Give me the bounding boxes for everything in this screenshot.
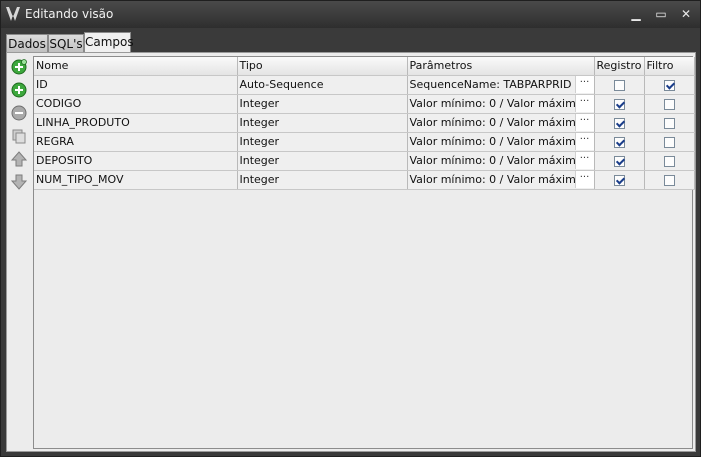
side-toolbar — [7, 55, 33, 445]
fields-grid[interactable]: Nome Tipo Parâmetros Registro Filtro ID A… — [33, 56, 695, 449]
registro-cell — [594, 75, 645, 95]
param-text: Valor mínimo: 0 / Valor máximo: 0 — [409, 172, 594, 186]
add-icon[interactable] — [11, 82, 27, 98]
filtro-cell — [644, 75, 695, 95]
param-wrapper: Valor mínimo: 0 / Valor máximo: 0 ··· — [409, 94, 594, 113]
cell-parametros[interactable]: Valor mínimo: 0 / Valor máximo: 0 ··· — [407, 94, 595, 114]
table-row[interactable]: LINHA_PRODUTO Integer Valor mínimo: 0 / Va… — [34, 113, 695, 133]
window-title: Editando visão — [25, 7, 114, 21]
tab-dados[interactable]: Dados — [6, 34, 48, 54]
ellipsis-button[interactable]: ··· — [574, 75, 593, 93]
table-row[interactable]: ID Auto-Sequence SequenceName: TABPARPRID ·… — [34, 75, 695, 95]
param-text: Valor mínimo: 0 / Valor máximo: 0 — [409, 134, 594, 148]
filtro-cell — [644, 170, 695, 190]
cell-tipo[interactable]: Integer — [237, 132, 408, 152]
param-wrapper: Valor mínimo: 0 / Valor máximo: 0 ··· — [409, 151, 594, 170]
cell-tipo[interactable]: Integer — [237, 170, 408, 190]
editor-window: Editando visão ▁ ▭ ✕ Dados SQL's Campos — [0, 0, 701, 457]
cell-parametros[interactable]: Valor mínimo: 0 / Valor máximo: 0 ··· — [407, 151, 595, 171]
registro-cell — [594, 94, 645, 114]
cell-nome[interactable]: NUM_TIPO_MOV — [34, 170, 238, 190]
cell-tipo[interactable]: Integer — [237, 94, 408, 114]
ellipsis-button[interactable]: ··· — [574, 132, 593, 150]
move-up-icon[interactable] — [11, 151, 27, 167]
move-down-icon[interactable] — [11, 174, 27, 190]
cell-nome[interactable]: LINHA_PRODUTO — [34, 113, 238, 133]
column-header-parametros[interactable]: Parâmetros — [407, 57, 595, 76]
ellipsis-button[interactable]: ··· — [574, 113, 593, 131]
app-logo-icon — [6, 7, 20, 21]
param-wrapper: Valor mínimo: 0 / Valor máximo: 0 ··· — [409, 170, 594, 189]
param-text: Valor mínimo: 0 / Valor máximo: 0 — [409, 96, 594, 110]
table-row[interactable]: CODIGO Integer Valor mínimo: 0 / Valor máx… — [34, 94, 695, 114]
add-all-icon[interactable] — [11, 59, 27, 75]
registro-cell — [594, 132, 645, 152]
registro-checkbox[interactable] — [613, 174, 625, 186]
cell-tipo[interactable]: Integer — [237, 113, 408, 133]
registro-cell — [594, 113, 645, 133]
cell-nome[interactable]: ID — [34, 75, 238, 95]
maximize-button[interactable]: ▭ — [653, 7, 669, 21]
window-client: Dados SQL's Campos Nome Tipo Parâmetros … — [4, 28, 698, 455]
close-button[interactable]: ✕ — [678, 7, 694, 21]
cell-nome[interactable]: CODIGO — [34, 94, 238, 114]
column-header-nome[interactable]: Nome — [34, 57, 238, 76]
column-header-filtro[interactable]: Filtro — [644, 57, 695, 76]
registro-checkbox[interactable] — [613, 98, 625, 110]
column-header-tipo[interactable]: Tipo — [237, 57, 408, 76]
campos-panel: Nome Tipo Parâmetros Registro Filtro ID A… — [6, 52, 696, 452]
filtro-checkbox[interactable] — [663, 117, 675, 129]
filtro-cell — [644, 132, 695, 152]
registro-checkbox[interactable] — [613, 155, 625, 167]
filtro-cell — [644, 113, 695, 133]
table-row[interactable]: NUM_TIPO_MOV Integer Valor mínimo: 0 / Val… — [34, 170, 695, 190]
filtro-checkbox[interactable] — [663, 155, 675, 167]
cell-parametros[interactable]: Valor mínimo: 0 / Valor máximo: 0 ··· — [407, 113, 595, 133]
cell-parametros[interactable]: Valor mínimo: 0 / Valor máximo: 0 ··· — [407, 170, 595, 190]
grid-body: ID Auto-Sequence SequenceName: TABPARPRID ·… — [34, 75, 695, 190]
filtro-cell — [644, 94, 695, 114]
title-bar[interactable]: Editando visão ▁ ▭ ✕ — [1, 1, 700, 28]
param-text: Valor mínimo: 0 / Valor máximo: 0 — [409, 115, 594, 129]
filtro-cell — [644, 151, 695, 171]
ellipsis-button[interactable]: ··· — [574, 94, 593, 112]
cell-parametros[interactable]: Valor mínimo: 0 / Valor máximo: 0 ··· — [407, 132, 595, 152]
registro-checkbox[interactable] — [613, 136, 625, 148]
table-row[interactable]: REGRA Integer Valor mínimo: 0 / Valor máxi… — [34, 132, 695, 152]
cell-tipo[interactable]: Integer — [237, 151, 408, 171]
registro-cell — [594, 170, 645, 190]
cell-nome[interactable]: REGRA — [34, 132, 238, 152]
tab-sqls[interactable]: SQL's — [48, 34, 84, 54]
fields-table: Nome Tipo Parâmetros Registro Filtro ID A… — [34, 57, 695, 190]
param-text: SequenceName: TABPARPRID — [409, 77, 572, 91]
registro-checkbox[interactable] — [613, 117, 625, 129]
tab-campos[interactable]: Campos — [84, 32, 134, 54]
ellipsis-button[interactable]: ··· — [574, 151, 593, 169]
remove-icon[interactable] — [11, 105, 27, 121]
registro-cell — [594, 151, 645, 171]
filtro-checkbox[interactable] — [663, 136, 675, 148]
registro-checkbox[interactable] — [613, 79, 625, 91]
header-row: Nome Tipo Parâmetros Registro Filtro — [34, 57, 695, 76]
filtro-checkbox[interactable] — [663, 98, 675, 110]
ellipsis-button[interactable]: ··· — [574, 170, 593, 188]
copy-icon[interactable] — [11, 128, 27, 144]
cell-tipo[interactable]: Auto-Sequence — [237, 75, 408, 95]
param-wrapper: Valor mínimo: 0 / Valor máximo: 0 ··· — [409, 113, 594, 132]
table-row[interactable]: DEPOSITO Integer Valor mínimo: 0 / Valor m… — [34, 151, 695, 171]
param-wrapper: Valor mínimo: 0 / Valor máximo: 0 ··· — [409, 132, 594, 151]
param-text: Valor mínimo: 0 / Valor máximo: 0 — [409, 153, 594, 167]
filtro-checkbox[interactable] — [663, 174, 675, 186]
param-wrapper: SequenceName: TABPARPRID ··· — [409, 75, 593, 94]
column-header-registro[interactable]: Registro — [594, 57, 645, 76]
minimize-button[interactable]: ▁ — [628, 7, 644, 21]
cell-nome[interactable]: DEPOSITO — [34, 151, 238, 171]
cell-parametros[interactable]: SequenceName: TABPARPRID ··· — [407, 75, 595, 95]
filtro-checkbox[interactable] — [663, 79, 675, 91]
